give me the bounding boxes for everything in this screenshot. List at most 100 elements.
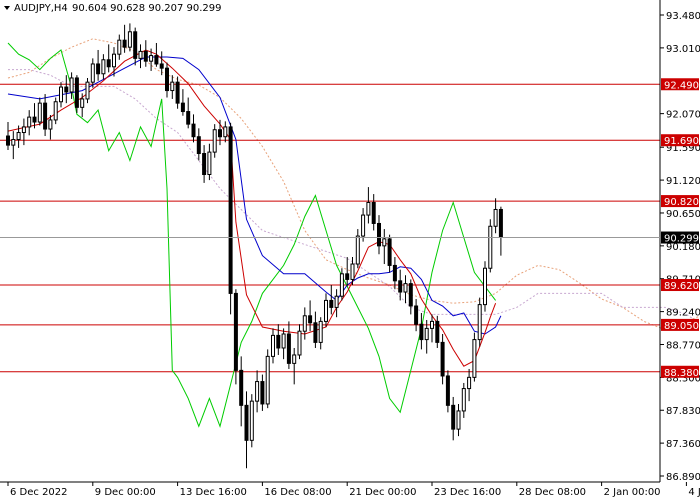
candle-body-bear (6, 135, 10, 146)
candle-body-bull (477, 304, 482, 341)
candle-body-bull (472, 339, 477, 378)
candle (483, 261, 487, 312)
level-label: 89.620 (664, 281, 699, 292)
candle-body-bull (302, 315, 307, 332)
candle-body-bear (74, 77, 79, 108)
candle-body-bull (37, 102, 42, 123)
candle-body-bull (69, 77, 74, 93)
candle-body-bull (350, 263, 355, 280)
candle-body-bull (493, 208, 498, 227)
candle (53, 97, 58, 125)
candle-body-bear (239, 369, 244, 406)
candle-body-bull (112, 53, 116, 68)
candle-body-bull (207, 151, 212, 175)
candle-body-bull (170, 81, 175, 92)
candle-body-bull (488, 225, 493, 269)
candle-body-bear (106, 59, 111, 68)
candle-body-bear (329, 299, 334, 308)
candle-body-bear (345, 273, 350, 280)
candle-body-bull (461, 388, 466, 412)
candle-body-bull (16, 132, 21, 141)
candle-body-bull (212, 129, 217, 153)
candle-body-bull (339, 273, 344, 297)
candle-body-bull (255, 381, 260, 402)
y-tick-label: 93.010 (666, 44, 700, 55)
candle-body-bear (133, 31, 138, 59)
candle-body-bull (223, 126, 228, 138)
candle-body-bear (414, 305, 419, 325)
candle (265, 349, 270, 409)
level-label: 91.690 (664, 136, 699, 147)
candle-body-bear (260, 381, 265, 405)
candle-body-bear (398, 280, 403, 293)
y-tick-label: 93.480 (666, 11, 700, 22)
candle-body-bull (292, 354, 297, 364)
x-tick-label: 28 Dec 08:00 (519, 487, 586, 498)
candlestick-chart[interactable]: 93.48093.01092.07091.59091.12090.65090.1… (0, 0, 700, 500)
candle-body-bull (59, 86, 63, 103)
candle-body-bear (445, 375, 450, 406)
candle-body-bear (308, 315, 313, 324)
y-tick-label: 91.120 (666, 176, 700, 187)
candle-body-bull (281, 333, 286, 349)
candle-body-bear (276, 334, 281, 349)
candle-body-bull (21, 126, 26, 134)
candle-body-bull (456, 410, 461, 430)
candle (233, 289, 238, 385)
x-tick-label: 13 Dec 16:00 (180, 487, 247, 498)
candle-body-bull (430, 320, 434, 329)
y-tick-label: 90.650 (666, 209, 700, 220)
candle-body-bull (80, 98, 85, 108)
candle-body-bull (53, 101, 58, 121)
candle-body-bull (297, 330, 302, 356)
candle-body-bear (196, 136, 201, 155)
level-label: 88.380 (664, 368, 699, 379)
candle-body-bull (249, 400, 254, 441)
candle-body-bull (27, 116, 32, 128)
chart-background (0, 0, 700, 500)
candle-body-bear (165, 67, 169, 92)
chart-window[interactable]: 93.480 93.010 92.070 91.590 91.120 90.650 90.1… (0, 0, 700, 500)
candle-body-bear (32, 116, 37, 123)
candle-body-bear (175, 81, 180, 104)
x-tick-label: 9 Dec 00:00 (95, 487, 156, 498)
candle-body-bear (228, 126, 233, 294)
candle-body-bull (271, 334, 275, 357)
candle-body-bear (64, 86, 69, 93)
x-tick-label: 16 Dec 08:00 (264, 487, 331, 498)
x-tick-label: 21 Dec 00:00 (349, 487, 416, 498)
candle-body-bull (48, 119, 53, 130)
candle (477, 297, 482, 347)
candle-body-bull (85, 81, 90, 100)
candle-body-bear (451, 404, 456, 430)
x-tick-label: 4 Jan 16:00 (688, 487, 700, 498)
candle-body-bull (361, 214, 366, 237)
candle-body-bear (286, 333, 291, 364)
candle-body-bear (154, 55, 159, 65)
y-tick-label: 87.830 (666, 406, 700, 417)
y-tick-label: 89.240 (666, 308, 700, 319)
candle-body-bear (440, 341, 445, 377)
candle-body-bear (218, 129, 222, 138)
candle (472, 332, 477, 382)
candle-body-bull (324, 299, 328, 322)
candle (228, 122, 233, 315)
candle-body-bear (96, 63, 101, 75)
candle (249, 394, 254, 448)
candle-body-bull (424, 327, 429, 341)
candle-body-bear (419, 323, 424, 341)
current-price-label: 90.299 (664, 234, 699, 245)
candle-body-bear (159, 63, 164, 69)
candle-body-bear (371, 201, 376, 224)
candle-body-bull (149, 55, 154, 62)
candle-body-bull (90, 63, 95, 83)
y-tick-label: 88.770 (666, 340, 700, 351)
candle-body-bear (143, 50, 148, 62)
chart-header: AUDJPY,H4 90.604 90.628 90.207 90.299 (4, 3, 222, 14)
candle-body-bull (366, 201, 371, 216)
candle-body-bear (435, 320, 440, 343)
candle-body-bull (318, 320, 323, 343)
y-tick-label: 92.070 (666, 110, 700, 121)
ohlc-readout: 90.604 90.628 90.207 90.299 (72, 3, 222, 14)
candle-body-bull (11, 139, 16, 146)
